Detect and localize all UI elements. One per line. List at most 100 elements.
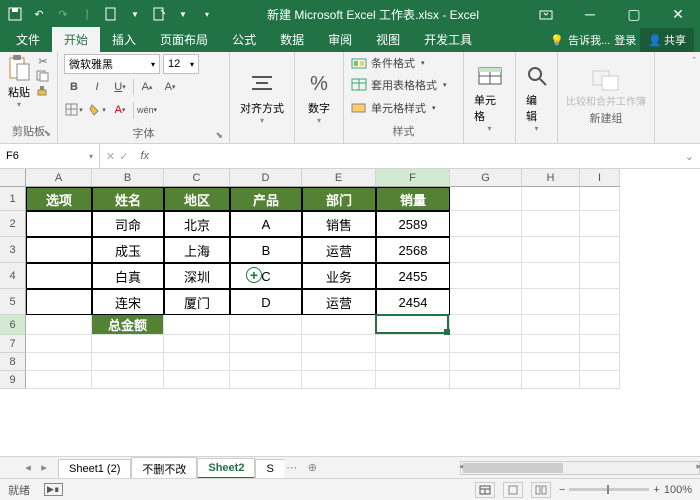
tell-me[interactable]: 告诉我... (568, 32, 610, 48)
row-header-4[interactable]: 4 (0, 263, 26, 289)
cell[interactable] (376, 371, 450, 389)
row-header-7[interactable]: 7 (0, 335, 26, 353)
expand-formula-icon[interactable]: ⌄ (679, 150, 700, 163)
select-all-corner[interactable] (0, 169, 26, 187)
font-name-select[interactable]: 微软雅黑▾ (64, 54, 160, 74)
qat-doc2-icon[interactable] (150, 5, 168, 23)
align-icon[interactable] (248, 70, 276, 98)
column-headers[interactable]: ABCDEFGHI (26, 169, 620, 187)
cell[interactable] (580, 187, 620, 211)
tab-review[interactable]: 审阅 (316, 27, 364, 52)
edit-icon[interactable] (523, 62, 551, 90)
maximize-icon[interactable]: ▢ (612, 0, 656, 28)
font-color-icon[interactable]: A▾ (110, 100, 130, 120)
paste-button[interactable]: 粘贴 ▾ (6, 54, 32, 109)
table-cell[interactable]: 2568 (376, 237, 450, 263)
col-header-C[interactable]: C (164, 169, 230, 187)
row-header-2[interactable]: 2 (0, 211, 26, 237)
table-header[interactable]: 销量 (376, 187, 450, 211)
view-layout-icon[interactable] (503, 482, 523, 498)
font-size-select[interactable]: 12▾ (163, 54, 199, 74)
cell[interactable] (580, 371, 620, 389)
row-header-3[interactable]: 3 (0, 237, 26, 263)
cell[interactable] (92, 335, 164, 353)
zoom-slider[interactable] (569, 488, 649, 491)
edit-dropdown-icon[interactable]: ▾ (534, 124, 538, 133)
cell[interactable] (230, 335, 302, 353)
cell[interactable] (164, 371, 230, 389)
cell[interactable] (376, 335, 450, 353)
cell[interactable] (450, 353, 522, 371)
col-header-D[interactable]: D (230, 169, 302, 187)
table-cell[interactable]: B (230, 237, 302, 263)
cell[interactable] (580, 353, 620, 371)
sheet-nav-next-icon[interactable]: ▸ (36, 461, 52, 474)
zoom-control[interactable]: − + 100% (559, 484, 692, 496)
cell[interactable] (164, 315, 230, 335)
row-header-5[interactable]: 5 (0, 289, 26, 315)
col-header-A[interactable]: A (26, 169, 92, 187)
qat-dd1-icon[interactable]: ▼ (126, 5, 144, 23)
table-cell[interactable]: 运营 (302, 289, 376, 315)
cut-icon[interactable]: ✂ (34, 54, 52, 68)
conditional-format-button[interactable]: 条件格式▾ (350, 54, 457, 72)
table-cell[interactable]: 司命 (92, 211, 164, 237)
cell[interactable] (522, 353, 580, 371)
ribbon-opts-icon[interactable] (524, 0, 568, 28)
paste-dropdown-icon[interactable]: ▾ (17, 100, 21, 109)
table-header[interactable]: 地区 (164, 187, 230, 211)
table-header[interactable]: 部门 (302, 187, 376, 211)
table-cell[interactable]: A (230, 211, 302, 237)
cell[interactable] (580, 263, 620, 289)
font-launcher-icon[interactable]: ⬊ (215, 130, 223, 141)
redo-icon[interactable]: ↷ (54, 5, 72, 23)
view-pagebreak-icon[interactable] (531, 482, 551, 498)
row-header-6[interactable]: 6 (0, 315, 26, 335)
bold-button[interactable]: B (64, 77, 84, 97)
cell[interactable] (26, 335, 92, 353)
tab-view[interactable]: 视图 (364, 27, 412, 52)
copy-icon[interactable] (34, 69, 52, 83)
phonetic-icon[interactable]: wén▾ (137, 100, 157, 120)
cell[interactable] (230, 353, 302, 371)
table-cell[interactable]: 成玉 (92, 237, 164, 263)
col-header-B[interactable]: B (92, 169, 164, 187)
cell[interactable] (522, 335, 580, 353)
table-cell[interactable]: 北京 (164, 211, 230, 237)
cell[interactable] (580, 237, 620, 263)
horizontal-scrollbar[interactable]: ◂ ▸ (460, 461, 700, 475)
table-cell[interactable]: 业务 (302, 263, 376, 289)
number-dropdown-icon[interactable]: ▾ (317, 116, 321, 125)
zoom-in-icon[interactable]: + (653, 484, 659, 496)
cell[interactable] (376, 315, 450, 335)
cell[interactable] (450, 289, 522, 315)
cell[interactable] (302, 353, 376, 371)
cell[interactable] (580, 315, 620, 335)
login-link[interactable]: 登录 (614, 32, 636, 48)
tab-dev[interactable]: 开发工具 (412, 27, 484, 52)
cell[interactable] (522, 187, 580, 211)
name-box[interactable]: F6▾ (0, 144, 100, 168)
view-normal-icon[interactable] (475, 482, 495, 498)
cell[interactable] (164, 353, 230, 371)
row-headers[interactable]: 123456789 (0, 187, 26, 389)
cell[interactable] (522, 371, 580, 389)
table-cell[interactable]: 2455 (376, 263, 450, 289)
cell[interactable] (522, 211, 580, 237)
fx-icon[interactable]: fx (134, 150, 155, 162)
sheet-tab-3[interactable]: Sheet2 (197, 458, 255, 479)
tab-formula[interactable]: 公式 (220, 27, 268, 52)
table-format-button[interactable]: 套用表格格式▾ (350, 76, 457, 94)
cell[interactable] (580, 211, 620, 237)
cell[interactable] (92, 353, 164, 371)
table-cell[interactable] (26, 211, 92, 237)
table-cell[interactable]: D (230, 289, 302, 315)
table-cell[interactable]: C (230, 263, 302, 289)
collapse-ribbon-icon[interactable]: ˆ (688, 52, 700, 143)
zoom-level[interactable]: 100% (664, 484, 692, 496)
align-dropdown-icon[interactable]: ▾ (260, 116, 264, 125)
cell[interactable] (230, 315, 302, 335)
table-cell[interactable] (26, 289, 92, 315)
cell[interactable] (522, 237, 580, 263)
tab-layout[interactable]: 页面布局 (148, 27, 220, 52)
